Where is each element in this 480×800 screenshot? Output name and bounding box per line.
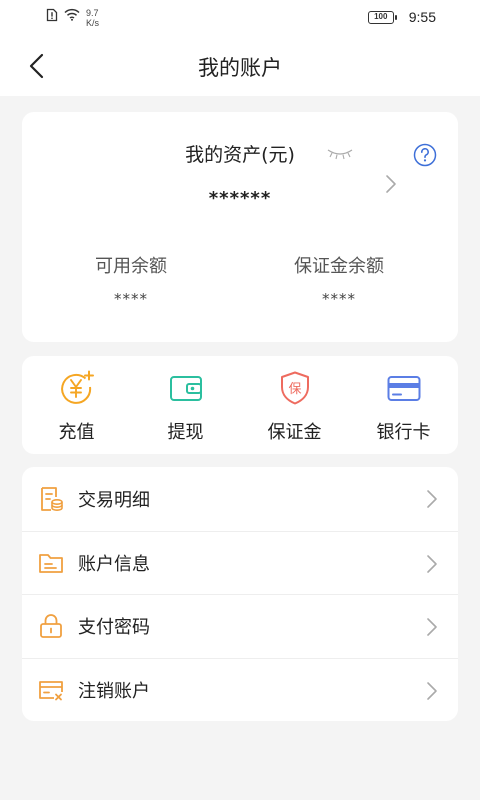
menu-item-label: 交易明细 (78, 489, 150, 511)
chevron-right-icon (427, 681, 437, 700)
network-speed-value: 9.7 (86, 8, 99, 18)
chevron-right-icon (427, 554, 437, 573)
deposit-label: 保证金 (267, 422, 322, 443)
battery-icon: 100 (367, 10, 397, 24)
battery-tip (394, 14, 397, 20)
bank-card-label: 银行卡 (376, 422, 431, 443)
folder-icon (39, 553, 63, 573)
menu-item-label: 账户信息 (78, 553, 150, 575)
menu-item-label: 支付密码 (78, 617, 150, 639)
shield-glyph: 保 (288, 382, 301, 397)
shield-icon: 保 (280, 371, 309, 405)
deposit-button[interactable]: 保 保证金 (240, 356, 349, 454)
total-asset-value: ****** (208, 188, 272, 209)
deposit-balance-value: **** (322, 290, 356, 308)
wifi-icon (64, 8, 80, 21)
menu-item-close-account[interactable]: 注销账户 (22, 657, 458, 722)
status-time: 9:55 (408, 9, 436, 25)
cancel-card-icon (39, 680, 63, 701)
bank-card-button[interactable]: 银行卡 (349, 356, 458, 454)
chevron-right-icon (427, 490, 437, 508)
network-speed: 9.7 K/s (86, 8, 99, 28)
available-balance-label: 可用余额 (95, 256, 167, 277)
eye-closed-icon[interactable] (326, 147, 354, 161)
status-right: 100 9:55 (367, 9, 436, 25)
question-icon[interactable] (413, 143, 437, 167)
status-bar: 9.7 K/s 100 9:55 (0, 0, 480, 36)
menu-card: 交易明细 账户信息 支付密码 注销账户 (22, 467, 458, 721)
available-balance-value: **** (114, 290, 148, 308)
transaction-detail-icon (41, 486, 63, 511)
menu-item-label: 注销账户 (78, 680, 150, 702)
asset-card: 我的资产(元) ****** 可用余额 **** 保证金余额 **** (22, 112, 458, 342)
page-title: 我的账户 (198, 56, 282, 80)
notification-alert-icon (46, 8, 58, 22)
recharge-label: 充值 (58, 422, 95, 443)
deposit-balance: 保证金余额 **** (230, 252, 448, 308)
action-card: 充值 提现 保 保证金 银行卡 (22, 356, 458, 454)
yen-plus-icon (60, 370, 94, 404)
withdraw-button[interactable]: 提现 (131, 356, 240, 454)
available-balance: 可用余额 **** (22, 252, 240, 308)
asset-title-row: 我的资产(元) (22, 140, 458, 167)
deposit-balance-label: 保证金余额 (294, 256, 384, 277)
recharge-button[interactable]: 充值 (22, 356, 131, 454)
status-left: 9.7 K/s (46, 8, 99, 28)
withdraw-label: 提现 (167, 422, 204, 443)
chevron-right-icon (427, 618, 437, 636)
battery-level: 100 (367, 10, 394, 24)
wallet-icon (169, 376, 202, 401)
menu-item-payment-password[interactable]: 支付密码 (22, 594, 458, 658)
nav-bar: 我的账户 (0, 36, 480, 96)
menu-item-account-info[interactable]: 账户信息 (22, 530, 458, 595)
network-speed-unit: K/s (86, 18, 100, 28)
menu-item-transaction-detail[interactable]: 交易明细 (22, 467, 458, 531)
asset-title: 我的资产(元) (185, 144, 295, 166)
bank-card-icon (387, 376, 420, 401)
lock-icon (40, 614, 62, 639)
